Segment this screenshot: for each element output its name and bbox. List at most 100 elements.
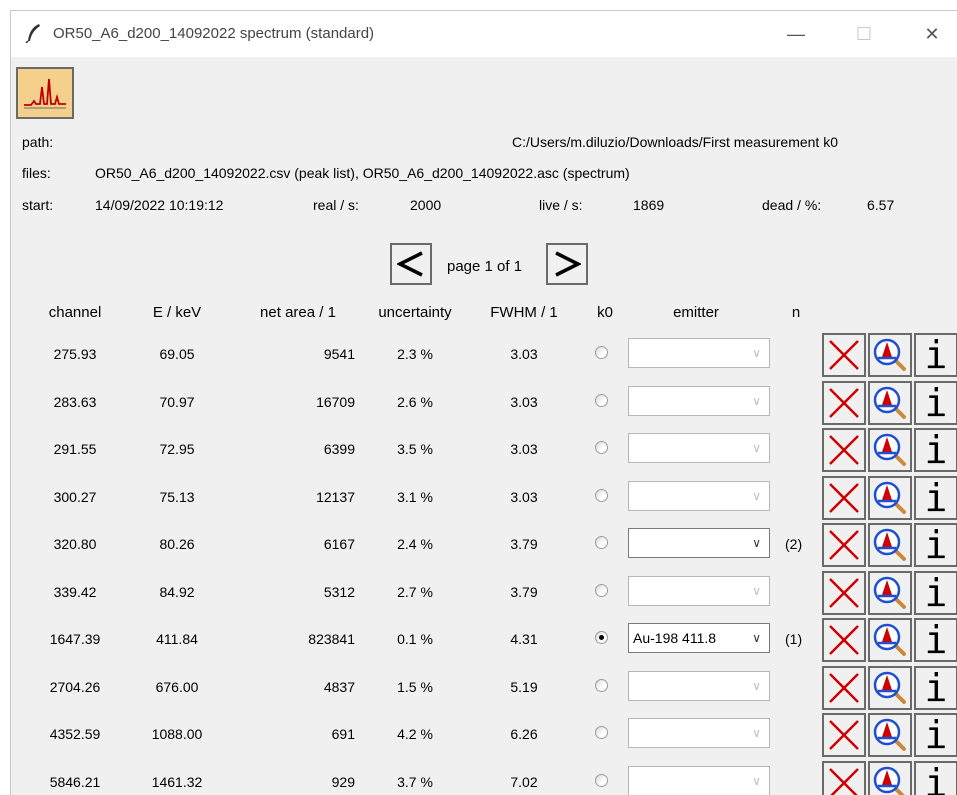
k0-radio[interactable]	[595, 393, 608, 407]
delete-peak-button[interactable]	[822, 665, 866, 710]
minimize-button[interactable]: —	[763, 11, 829, 57]
fwhm-cell: 6.26	[510, 726, 538, 742]
delete-peak-button[interactable]	[822, 570, 866, 615]
uncertainty-cell: 3.7 %	[397, 773, 433, 790]
k0-radio[interactable]	[595, 536, 608, 549]
energy-cell: 1461.32	[151, 773, 203, 790]
k0-radio[interactable]	[595, 631, 608, 644]
emitter-select[interactable]: ∨	[628, 670, 770, 701]
info-icon: i	[924, 380, 948, 425]
channel-cell: 320.80	[53, 536, 97, 552]
delete-peak-button[interactable]	[822, 333, 866, 377]
peak-info-button[interactable]: i	[914, 380, 957, 425]
fwhm-cell: 7.02	[510, 773, 538, 790]
start-value: 14/09/2022 10:19:12	[95, 197, 224, 213]
peak-zoom-icon	[873, 718, 906, 751]
peak-info-button[interactable]: i	[914, 760, 957, 795]
fwhm-cell: 3.79	[510, 583, 538, 600]
uncertainty-cell: 0.1 %	[397, 631, 433, 647]
emitter-select[interactable]: ∨	[628, 433, 770, 463]
radio-selected-dot	[599, 635, 604, 640]
peak-info-button[interactable]: i	[914, 475, 957, 520]
emitter-select[interactable]: ∨	[628, 575, 770, 606]
dead-value: 6.57	[867, 197, 895, 213]
delete-peak-button[interactable]	[822, 475, 866, 520]
uncertainty-cell: 4.2 %	[397, 726, 433, 742]
delete-peak-button[interactable]	[822, 713, 866, 757]
k0-radio[interactable]	[595, 488, 608, 502]
inspect-peak-button[interactable]	[868, 333, 912, 377]
peak-info-button[interactable]: i	[914, 713, 957, 757]
energy-cell: 69.05	[159, 346, 195, 362]
delete-icon	[829, 767, 859, 795]
inspect-peak-button[interactable]	[868, 713, 912, 757]
emitter-select[interactable]: ∨	[628, 338, 770, 368]
peak-info-button[interactable]: i	[914, 570, 957, 615]
emitter-select[interactable]: Au-198 411.8 ∨	[628, 623, 770, 653]
emitter-select[interactable]: ∨	[628, 385, 770, 416]
fwhm-cell: 4.31	[510, 631, 538, 647]
inspect-peak-button[interactable]	[868, 475, 912, 520]
k0-radio[interactable]	[595, 726, 608, 739]
previous-page-button[interactable]	[390, 243, 432, 285]
peak-zoom-icon	[873, 481, 906, 514]
header-n: n	[791, 304, 801, 321]
info-icon: i	[924, 523, 948, 567]
delete-peak-button[interactable]	[822, 428, 866, 472]
channel-cell: 1647.39	[49, 631, 101, 647]
net-area-cell: 5312	[323, 583, 355, 600]
k0-radio[interactable]	[595, 441, 608, 454]
k0-radio[interactable]	[595, 346, 608, 359]
peak-info-button[interactable]: i	[914, 618, 957, 662]
inspect-peak-button[interactable]	[868, 570, 912, 615]
uncertainty-cell: 2.6 %	[397, 393, 433, 410]
delete-peak-button[interactable]	[822, 523, 866, 567]
delete-peak-button[interactable]	[822, 760, 866, 795]
delete-icon	[829, 482, 859, 513]
header-fwhm: FWHM / 1	[490, 304, 558, 321]
net-area-cell: 9541	[323, 346, 355, 362]
spectrum-plot-button[interactable]	[16, 67, 74, 119]
chevron-down-icon: ∨	[752, 393, 761, 408]
peak-info-button[interactable]: i	[914, 333, 957, 377]
title-bar: OR50_A6_d200_14092022 spectrum (standard…	[11, 11, 957, 57]
live-value: 1869	[633, 197, 665, 213]
maximize-button[interactable]: ☐	[831, 11, 897, 57]
peak-info-button[interactable]: i	[914, 428, 957, 472]
k0-radio[interactable]	[595, 678, 608, 692]
inspect-peak-button[interactable]	[868, 380, 912, 425]
uncertainty-cell: 3.5 %	[397, 441, 433, 457]
peak-info-button[interactable]: i	[914, 523, 957, 567]
inspect-peak-button[interactable]	[868, 760, 912, 795]
feather-icon	[25, 24, 40, 43]
start-label: start:	[22, 197, 54, 213]
inspect-peak-button[interactable]	[868, 428, 912, 472]
emitter-select[interactable]: ∨	[628, 765, 770, 795]
info-icon: i	[924, 475, 948, 520]
next-page-button[interactable]	[546, 243, 588, 285]
delete-icon	[829, 625, 859, 655]
net-area-cell: 823841	[308, 631, 355, 647]
delete-peak-button[interactable]	[822, 618, 866, 662]
k0-radio[interactable]	[595, 583, 608, 597]
real-label: real / s:	[313, 197, 359, 213]
chevron-down-icon: ∨	[752, 773, 761, 788]
energy-cell: 75.13	[159, 488, 195, 505]
fwhm-cell: 3.03	[510, 346, 538, 362]
inspect-peak-button[interactable]	[868, 618, 912, 662]
emitter-select[interactable]: ∨	[628, 528, 770, 558]
net-area-cell: 6167	[323, 536, 355, 552]
emitter-select[interactable]: ∨	[628, 718, 770, 748]
info-icon: i	[924, 760, 948, 795]
inspect-peak-button[interactable]	[868, 523, 912, 567]
energy-cell: 70.97	[159, 393, 195, 410]
close-button[interactable]: ✕	[899, 11, 957, 57]
real-value: 2000	[410, 197, 442, 213]
emitter-select[interactable]: ∨	[628, 480, 770, 511]
delete-peak-button[interactable]	[822, 380, 866, 425]
peak-zoom-icon	[873, 433, 906, 466]
peak-info-button[interactable]: i	[914, 665, 957, 710]
net-area-cell: 6399	[323, 441, 355, 457]
k0-radio[interactable]	[595, 773, 608, 787]
inspect-peak-button[interactable]	[868, 665, 912, 710]
